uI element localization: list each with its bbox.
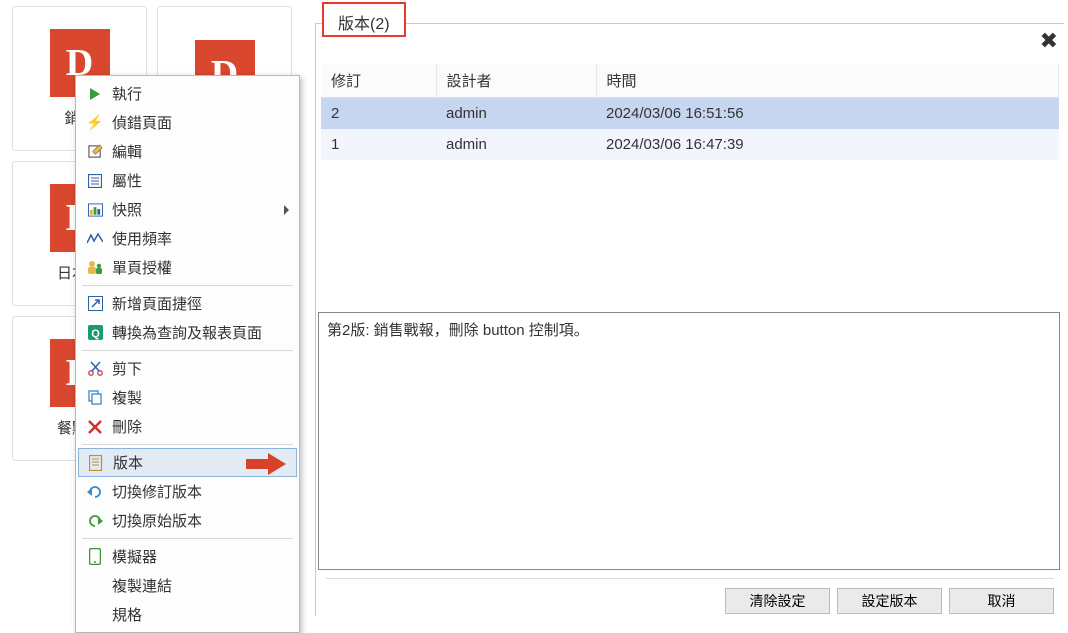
chevron-right-icon [284, 205, 289, 215]
menu-item-convert[interactable]: Q 轉換為查詢及報表頁面 [78, 318, 297, 347]
menu-label: 複製連結 [112, 575, 279, 596]
cell-revision: 2 [321, 98, 436, 130]
menu-item-add-shortcut[interactable]: 新增頁面捷徑 [78, 289, 297, 318]
version-table: 修訂 設計者 時間 2 admin 2024/03/06 16:51:56 1 … [321, 64, 1059, 160]
menu-label: 新增頁面捷徑 [112, 293, 279, 314]
menu-item-delete[interactable]: 刪除 [78, 412, 297, 441]
menu-item-edit[interactable]: 編輯 [78, 137, 297, 166]
menu-item-copy[interactable]: 複製 [78, 383, 297, 412]
cell-designer: admin [436, 129, 596, 160]
menu-item-switch-original[interactable]: 切換原始版本 [78, 506, 297, 535]
menu-item-properties[interactable]: 屬性 [78, 166, 297, 195]
menu-item-spec[interactable]: 規格 [78, 600, 297, 629]
menu-label: 剪下 [112, 358, 279, 379]
menu-item-snapshot[interactable]: 快照 [78, 195, 297, 224]
cell-designer: admin [436, 98, 596, 130]
menu-label: 使用頻率 [112, 228, 279, 249]
convert-icon: Q [86, 324, 104, 342]
version-description[interactable]: 第2版: 銷售戰報，刪除 button 控制項。 [318, 312, 1060, 570]
menu-item-copy-link[interactable]: 複製連結 [78, 571, 297, 600]
pointer-arrow-icon [246, 453, 286, 475]
menu-label: 複製 [112, 387, 279, 408]
play-icon [86, 85, 104, 103]
copy-icon [86, 389, 104, 407]
menu-item-simulator[interactable]: 模擬器 [78, 542, 297, 571]
simulator-icon [86, 548, 104, 566]
snapshot-icon [86, 201, 104, 219]
version-icon [87, 454, 105, 472]
close-icon[interactable]: ✖ [1040, 30, 1058, 52]
menu-label: 模擬器 [112, 546, 279, 567]
chart-line-icon [86, 230, 104, 248]
cut-icon [86, 360, 104, 378]
tab-label: 版本(2) [338, 10, 390, 34]
blank-icon [86, 606, 104, 624]
menu-item-debug[interactable]: ⚡ 偵錯頁面 [78, 108, 297, 137]
forward-arrow-icon [86, 512, 104, 530]
menu-item-permission[interactable]: 單頁授權 [78, 253, 297, 282]
menu-label: 轉換為查詢及報表頁面 [112, 322, 279, 343]
cancel-button[interactable]: 取消 [949, 588, 1054, 614]
context-menu: 執行 ⚡ 偵錯頁面 編輯 屬性 快照 使用頻率 單頁授權 [75, 75, 300, 633]
delete-icon [86, 418, 104, 436]
edit-icon [86, 143, 104, 161]
back-arrow-icon [86, 483, 104, 501]
menu-label: 刪除 [112, 416, 279, 437]
table-row[interactable]: 2 admin 2024/03/06 16:51:56 [321, 98, 1059, 130]
description-text: 第2版: 銷售戰報，刪除 button 控制項。 [327, 322, 589, 339]
menu-label: 規格 [112, 604, 279, 625]
clear-button[interactable]: 清除設定 [725, 588, 830, 614]
column-header-revision[interactable]: 修訂 [321, 64, 436, 98]
version-table-wrap: 修訂 設計者 時間 2 admin 2024/03/06 16:51:56 1 … [321, 64, 1059, 304]
menu-label: 切換修訂版本 [112, 481, 279, 502]
menu-separator [82, 538, 293, 539]
menu-separator [82, 285, 293, 286]
menu-label: 單頁授權 [112, 257, 279, 278]
set-version-button[interactable]: 設定版本 [837, 588, 942, 614]
menu-item-cut[interactable]: 剪下 [78, 354, 297, 383]
menu-item-usage[interactable]: 使用頻率 [78, 224, 297, 253]
menu-label: 偵錯頁面 [112, 112, 279, 133]
menu-item-version[interactable]: 版本 [78, 448, 297, 477]
version-tab[interactable]: 版本(2) [322, 2, 406, 37]
menu-label: 屬性 [112, 170, 279, 191]
table-row[interactable]: 1 admin 2024/03/06 16:47:39 [321, 129, 1059, 160]
menu-label: 切換原始版本 [112, 510, 279, 531]
menu-label: 快照 [112, 199, 279, 220]
shortcut-icon [86, 295, 104, 313]
menu-separator [82, 444, 293, 445]
blank-icon [86, 577, 104, 595]
svg-text:Q: Q [91, 328, 100, 340]
menu-item-switch-revision[interactable]: 切換修訂版本 [78, 477, 297, 506]
menu-separator [82, 350, 293, 351]
list-icon [86, 172, 104, 190]
permission-icon [86, 259, 104, 277]
dialog-button-row: 清除設定 設定版本 取消 [326, 578, 1054, 608]
menu-label: 執行 [112, 83, 279, 104]
cell-revision: 1 [321, 129, 436, 160]
lightning-icon: ⚡ [86, 114, 104, 132]
cell-time: 2024/03/06 16:51:56 [596, 98, 1059, 130]
column-header-designer[interactable]: 設計者 [436, 64, 596, 98]
version-dialog: 版本(2) ✖ 修訂 設計者 時間 2 admin 2024/03/06 16:… [315, 23, 1064, 616]
menu-item-run[interactable]: 執行 [78, 79, 297, 108]
column-header-time[interactable]: 時間 [596, 64, 1059, 98]
cell-time: 2024/03/06 16:47:39 [596, 129, 1059, 160]
menu-label: 編輯 [112, 141, 279, 162]
